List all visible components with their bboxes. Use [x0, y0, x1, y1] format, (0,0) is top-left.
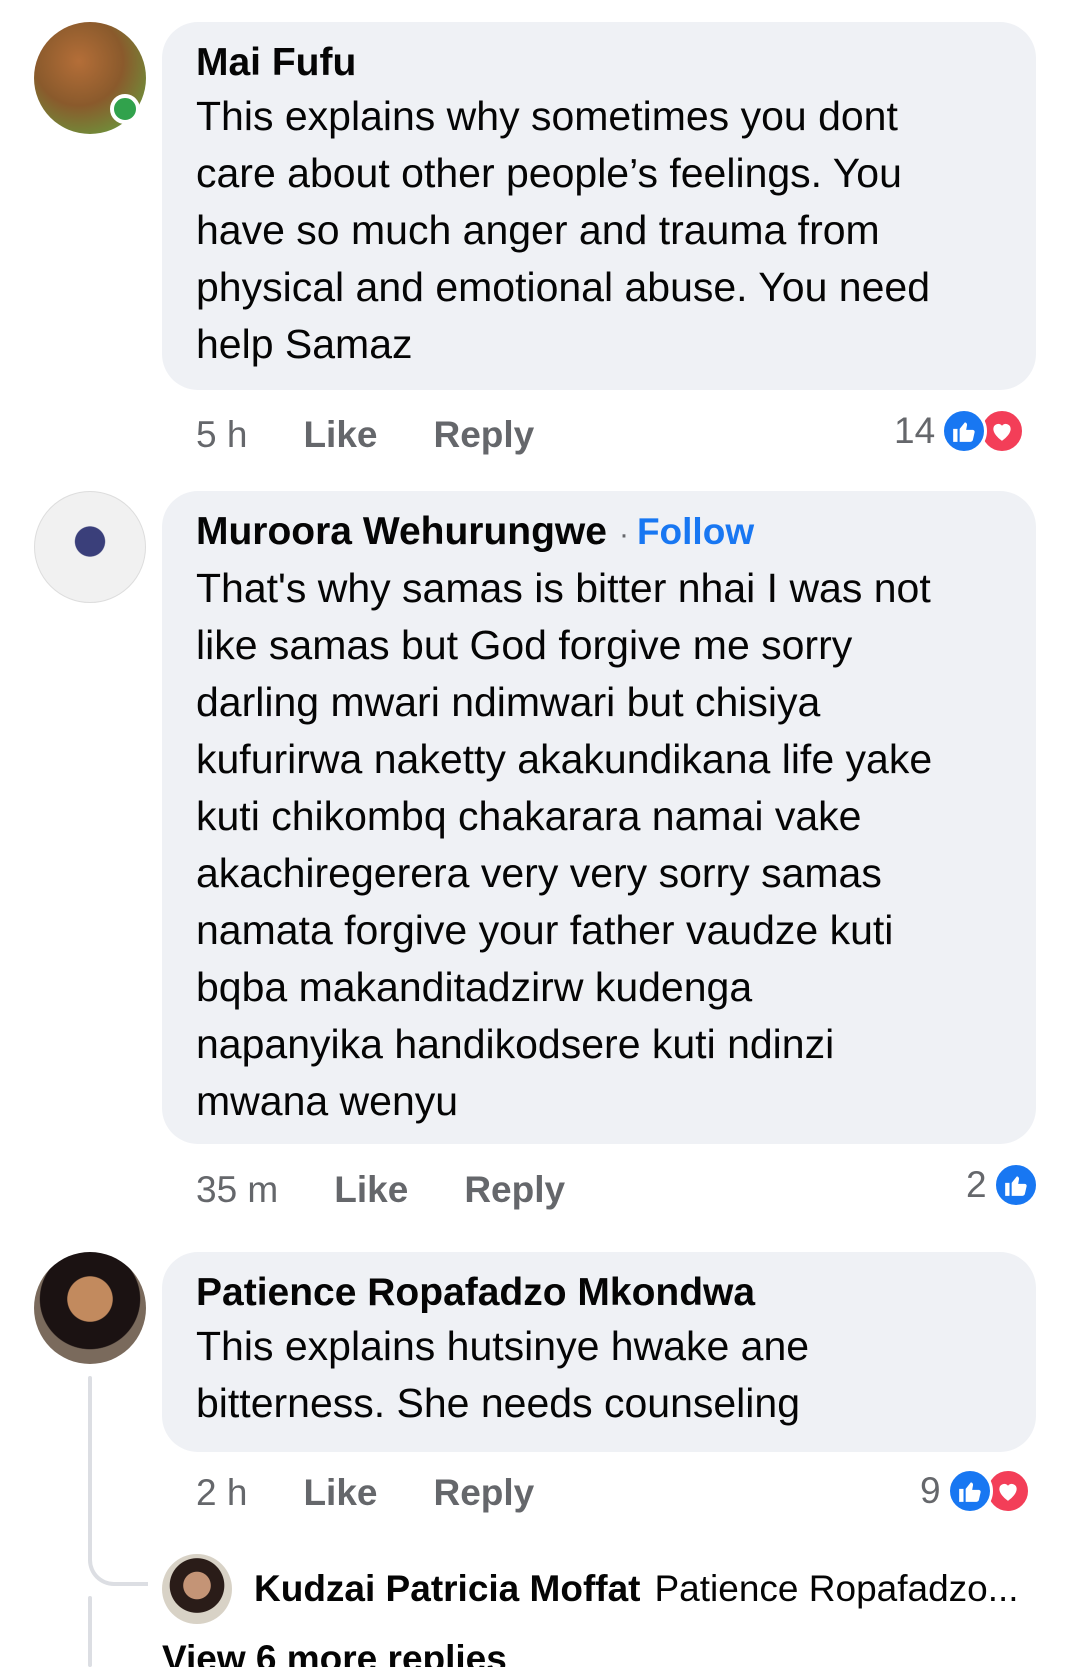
reply-button[interactable]: Reply [433, 1472, 534, 1514]
reaction-count: 9 [920, 1470, 941, 1511]
avatar[interactable] [34, 491, 146, 603]
reaction-summary[interactable]: 9 [920, 1466, 1031, 1516]
comment-actions: 35 m Like Reply [196, 1165, 565, 1215]
comment-header: Muroora Wehurungwe · Follow [196, 509, 1002, 558]
reply-avatar[interactable] [162, 1554, 232, 1624]
comment-text: That's why samas is bitter nhai I was no… [196, 565, 933, 1124]
reaction-count: 14 [894, 410, 936, 451]
reply-preview[interactable]: Kudzai Patricia Moffat Patience Ropafadz… [254, 1564, 1019, 1614]
comment-text: This explains hutsinye hwake ane bittern… [196, 1323, 810, 1426]
like-icon [992, 1162, 1039, 1208]
like-icon [946, 1468, 993, 1514]
comment-author[interactable]: Mai Fufu [196, 40, 1002, 86]
separator-dot: · [618, 518, 629, 551]
comment-time[interactable]: 2 h [196, 1472, 247, 1514]
like-button[interactable]: Like [303, 414, 377, 456]
reaction-count: 2 [966, 1164, 987, 1205]
like-icon [941, 408, 988, 454]
reaction-summary[interactable]: 2 [966, 1160, 1039, 1210]
like-button[interactable]: Like [303, 1472, 377, 1514]
comment-author[interactable]: Patience Ropafadzo Mkondwa [196, 1270, 1002, 1316]
comment-actions: 2 h Like Reply [196, 1468, 534, 1518]
thread-connector [88, 1546, 148, 1586]
thread-line [88, 1596, 92, 1667]
comment-bubble[interactable]: Patience Ropafadzo Mkondwa This explains… [162, 1252, 1036, 1452]
online-status-dot [110, 94, 140, 124]
reply-button[interactable]: Reply [464, 1169, 565, 1211]
reaction-summary[interactable]: 14 [894, 406, 1026, 456]
comment-author[interactable]: Muroora Wehurungwe [196, 510, 607, 553]
like-button[interactable]: Like [334, 1169, 408, 1211]
comment-text: This explains why sometimes you dont car… [196, 93, 931, 367]
comment-bubble[interactable]: Muroora Wehurungwe · Follow That's why sam… [162, 491, 1036, 1144]
follow-button[interactable]: Follow [637, 511, 754, 552]
avatar[interactable] [34, 1252, 146, 1364]
comment-time[interactable]: 5 h [196, 414, 247, 456]
thread-line [88, 1376, 92, 1556]
comment-time[interactable]: 35 m [196, 1169, 278, 1211]
comment-bubble[interactable]: Mai Fufu This explains why sometimes you… [162, 22, 1036, 390]
comments-section: Mai Fufu This explains why sometimes you… [0, 0, 1080, 1667]
comment-actions: 5 h Like Reply [196, 410, 534, 460]
reply-author[interactable]: Kudzai Patricia Moffat [254, 1568, 641, 1610]
reply-button[interactable]: Reply [433, 414, 534, 456]
view-more-replies-button[interactable]: View 6 more replies [162, 1638, 507, 1667]
reply-snippet: Patience Ropafadzo... [654, 1568, 1019, 1609]
